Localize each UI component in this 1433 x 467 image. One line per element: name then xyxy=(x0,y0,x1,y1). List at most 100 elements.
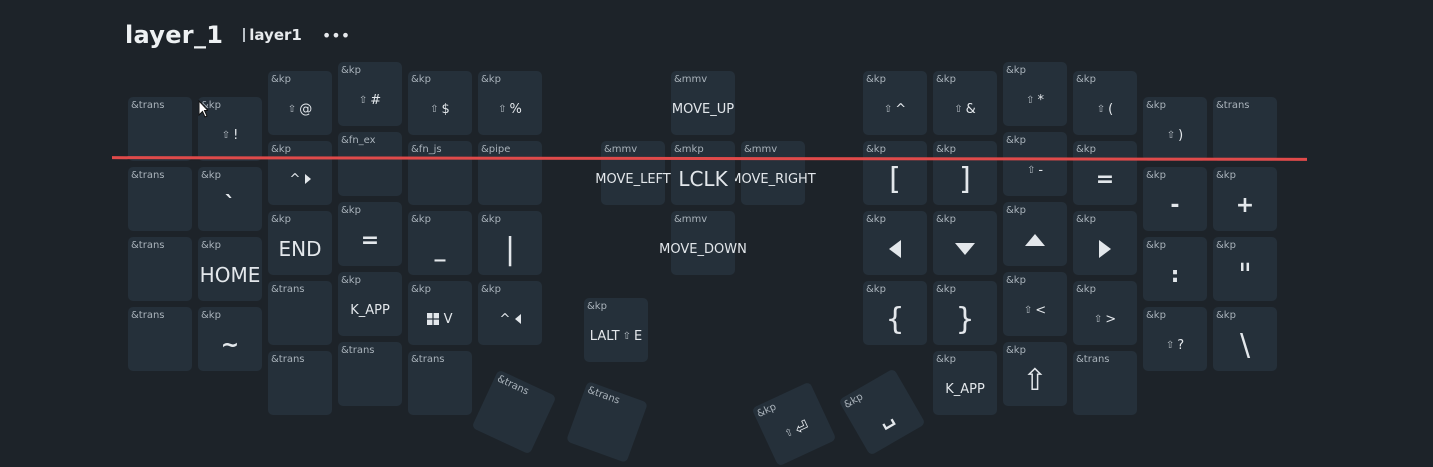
key-right-c2-r1[interactable]: &kp- xyxy=(1003,132,1067,196)
key-label: & xyxy=(933,85,997,133)
key-binding: &kp xyxy=(201,170,221,181)
key-left-c3-r2[interactable]: &kp = xyxy=(338,202,402,266)
key-binding: &trans xyxy=(131,100,165,111)
key-label-wrap: V xyxy=(408,295,472,343)
key-right-c1-r3[interactable]: &kp} xyxy=(933,281,997,345)
key-right-c3-r1[interactable]: &kp = xyxy=(1073,141,1137,205)
key-right-c2-r3[interactable]: &kp< xyxy=(1003,272,1067,336)
key-right-c2-r4[interactable]: &kp ⇧ xyxy=(1003,342,1067,406)
key-binding: &kp xyxy=(1146,310,1166,321)
key-label-2: E xyxy=(634,328,643,344)
key-left-c1-r2[interactable]: &kp HOME xyxy=(198,237,262,301)
key-right-c2-r0[interactable]: &kp* xyxy=(1003,62,1067,126)
key-binding: &kp xyxy=(936,354,956,365)
key-left-click[interactable]: &mkp LCLK xyxy=(671,141,735,205)
key-left-thumb-b[interactable]: &trans xyxy=(471,369,557,455)
key-right-c1-r4[interactable]: &kp K_APP xyxy=(933,351,997,415)
key-left-c5-r3[interactable]: &kp ^ xyxy=(478,281,542,345)
key-right-c2-r2[interactable]: &kp xyxy=(1003,202,1067,266)
layer-title[interactable]: layer_1 xyxy=(125,21,223,49)
key-right-c3-r4[interactable]: &trans xyxy=(1073,351,1137,415)
layer-subtitle[interactable]: layer1 xyxy=(249,26,302,44)
key-label: MOVE_DOWN xyxy=(659,241,747,257)
key-label: LCLK xyxy=(678,167,728,191)
key-binding: &fn_ex xyxy=(341,135,376,146)
key-left-c0-r1[interactable]: &trans xyxy=(128,167,192,231)
key-left-c0-r0[interactable]: &trans xyxy=(128,97,192,161)
key-left-c0-r2[interactable]: &trans xyxy=(128,237,192,301)
key-binding: &kp xyxy=(411,74,431,85)
key-move-up[interactable]: &mmv MOVE_UP xyxy=(671,71,735,135)
key-binding: &pipe xyxy=(481,144,511,155)
key-label: MOVE_RIGHT xyxy=(730,171,816,187)
key-right-c0-r0[interactable]: &kp^ xyxy=(863,71,927,135)
key-right-c1-r2[interactable]: &kp xyxy=(933,211,997,275)
key-label: * xyxy=(1003,76,1067,124)
key-left-c2-r0[interactable]: &kp@ xyxy=(268,71,332,135)
key-label: % xyxy=(478,85,542,133)
key-move-down[interactable]: &mmv MOVE_DOWN xyxy=(659,211,747,275)
key-right-c4-r2[interactable]: &kp: xyxy=(1143,237,1207,301)
key-left-c3-r1[interactable]: &fn_ex xyxy=(338,132,402,196)
key-right-c0-r1[interactable]: &kp[ xyxy=(863,141,927,205)
key-label: ) xyxy=(1143,111,1207,159)
key-right-thumb-b[interactable]: &kp ␣ xyxy=(838,368,926,456)
shift-icon: ⇧ xyxy=(622,330,631,342)
key-label: ` xyxy=(224,192,236,218)
key-right-thumb-a[interactable]: &kp ⇧ ⏎ xyxy=(751,381,837,467)
key-left-thumb-a[interactable]: &kp LALT ⇧ E xyxy=(584,298,648,362)
key-binding: &trans xyxy=(131,170,165,181)
key-right-c0-r3[interactable]: &kp { xyxy=(863,281,927,345)
key-left-c4-r0[interactable]: &kp$ xyxy=(408,71,472,135)
key-right-c4-r0[interactable]: &kp) xyxy=(1143,97,1207,161)
key-move-right[interactable]: &mmv MOVE_RIGHT xyxy=(730,141,816,205)
more-options-icon[interactable]: ••• xyxy=(322,26,350,45)
key-binding: &kp xyxy=(936,74,956,85)
key-right-c3-r3[interactable]: &kp> xyxy=(1073,281,1137,345)
key-left-thumb-c[interactable]: &trans xyxy=(565,380,649,464)
key-left-c5-r0[interactable]: &kp% xyxy=(478,71,542,135)
key-label: < xyxy=(1003,286,1067,334)
key-right-c5-r1[interactable]: &kp + xyxy=(1213,167,1277,231)
key-label: $ xyxy=(408,85,472,133)
key-right-c1-r1[interactable]: &kp] xyxy=(933,141,997,205)
key-left-c5-r2[interactable]: &kp | xyxy=(478,211,542,275)
key-label: ? xyxy=(1143,321,1207,369)
key-left-c2-r3[interactable]: &trans xyxy=(268,281,332,345)
key-right-c3-r2[interactable]: &kp xyxy=(1073,211,1137,275)
key-label: MOVE_LEFT xyxy=(595,171,671,187)
key-left-c4-r1[interactable]: &fn_js xyxy=(408,141,472,205)
key-move-left[interactable]: &mmv MOVE_LEFT xyxy=(595,141,671,205)
key-binding: &kp xyxy=(1076,214,1096,225)
key-left-c3-r4[interactable]: &trans xyxy=(338,342,402,406)
key-label: _ xyxy=(434,236,446,262)
key-left-c3-r3[interactable]: &kp K_APP xyxy=(338,272,402,336)
left-arrow-icon xyxy=(514,314,521,324)
key-right-c4-r3[interactable]: &kp? xyxy=(1143,307,1207,371)
key-binding: &mmv xyxy=(604,144,638,155)
key-right-c3-r0[interactable]: &kp( xyxy=(1073,71,1137,135)
key-left-c3-r0[interactable]: &kp# xyxy=(338,62,402,126)
key-left-c4-r4[interactable]: &trans xyxy=(408,351,472,415)
key-right-c0-r2[interactable]: &kp xyxy=(863,211,927,275)
key-right-c4-r1[interactable]: &kp - xyxy=(1143,167,1207,231)
shift-icon: ⇧ xyxy=(1022,362,1048,398)
key-left-c1-r1[interactable]: &kp ` xyxy=(198,167,262,231)
key-left-c5-r1[interactable]: &pipe xyxy=(478,141,542,205)
key-left-c2-r2[interactable]: &kp END xyxy=(268,211,332,275)
key-left-c0-r3[interactable]: &trans xyxy=(128,307,192,371)
key-left-c2-r1[interactable]: &kp ^ xyxy=(268,141,332,205)
key-left-c4-r3[interactable]: &kp V xyxy=(408,281,472,345)
key-left-c1-r3[interactable]: &kp ~ xyxy=(198,307,262,371)
key-label: > xyxy=(1073,295,1137,343)
key-right-c5-r3[interactable]: &kp \ xyxy=(1213,307,1277,371)
key-right-c1-r0[interactable]: &kp& xyxy=(933,71,997,135)
key-label: V xyxy=(443,311,453,327)
key-binding: &trans xyxy=(585,384,622,407)
key-binding: &kp xyxy=(936,144,956,155)
layer-header: layer_1 layer1 ••• xyxy=(125,18,350,52)
key-left-c2-r4[interactable]: &trans xyxy=(268,351,332,415)
key-right-c5-r2[interactable]: &kp " xyxy=(1213,237,1277,301)
key-right-c5-r0[interactable]: &trans xyxy=(1213,97,1277,161)
key-left-c4-r2[interactable]: &kp _ xyxy=(408,211,472,275)
